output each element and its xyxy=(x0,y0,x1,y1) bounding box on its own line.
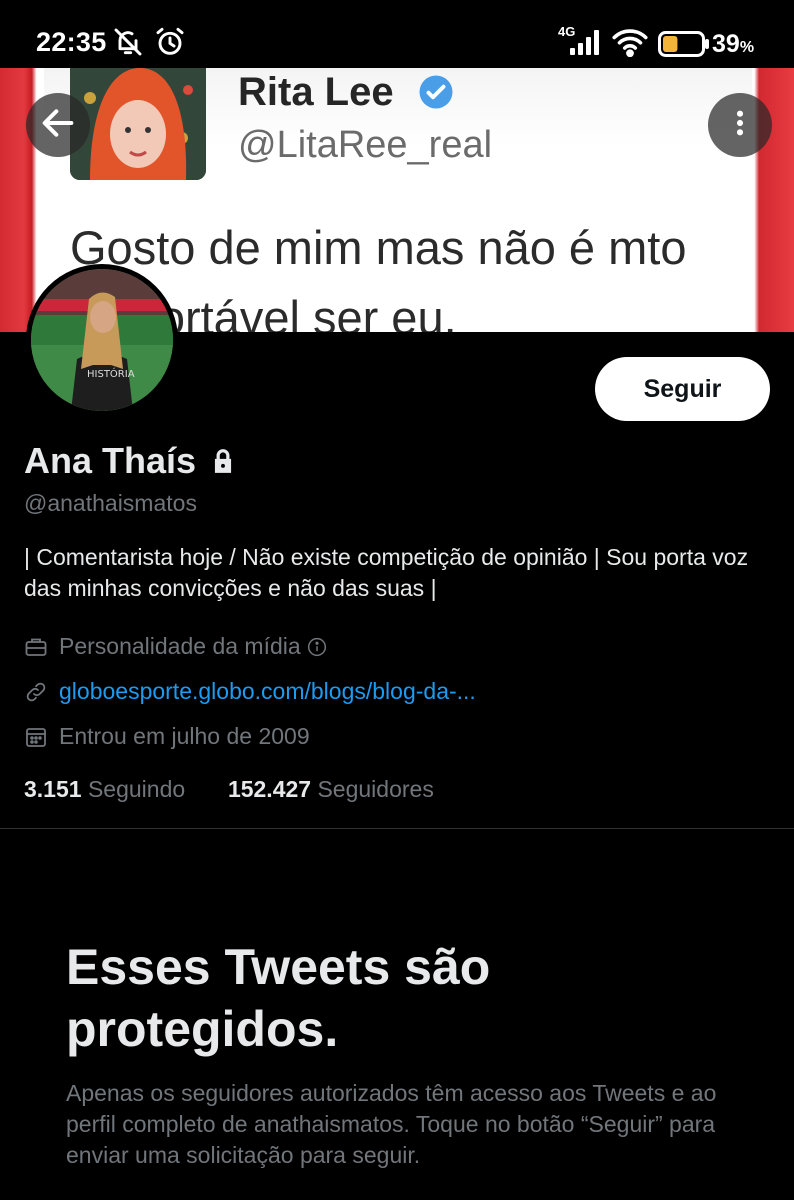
following-count: 3.151 xyxy=(24,776,82,802)
back-button[interactable] xyxy=(26,93,90,157)
status-bar: 22:35 4G 39% xyxy=(0,0,794,68)
followers-count: 152.427 xyxy=(227,776,312,802)
followers-label: Seguidores xyxy=(317,776,434,802)
status-time: 22:35 xyxy=(36,27,107,57)
profile-handle: @anathaismatos xyxy=(24,490,197,516)
following-label: Seguindo xyxy=(87,776,186,802)
signal-icon xyxy=(568,28,604,61)
lock-icon xyxy=(210,447,236,480)
following-stat[interactable]: 3.151 Seguindo xyxy=(24,776,185,802)
banner-quoted-name: Rita Lee xyxy=(238,70,394,114)
more-vertical-icon xyxy=(724,107,756,144)
banner-quote-line1: Gosto de mim mas não é mto xyxy=(70,221,687,274)
verified-badge-icon xyxy=(418,74,454,115)
profile-category: Personalidade da mídia xyxy=(24,633,327,660)
protected-description: Apenas os seguidores autorizados têm ace… xyxy=(66,1080,717,1168)
banner-quoted-handle: @LitaRee_real xyxy=(238,124,493,166)
profile-joined-label: Entrou em julho de 2009 xyxy=(59,723,310,749)
battery-percent: 39% xyxy=(712,30,755,58)
divider xyxy=(0,828,794,829)
profile-stats: 3.151 Seguindo 152.427 Seguidores xyxy=(24,776,434,803)
wifi-icon xyxy=(612,27,648,62)
profile-bio: | Comentarista hoje / Não existe competi… xyxy=(24,544,749,601)
alarm-icon xyxy=(154,26,186,63)
info-icon[interactable] xyxy=(307,637,327,657)
follow-button[interactable]: Seguir xyxy=(595,357,770,421)
profile-avatar[interactable]: HISTÓRIA xyxy=(26,264,178,416)
notifications-muted-icon xyxy=(112,26,144,63)
protected-title: Esses Tweets são protegidos. xyxy=(66,939,491,1057)
profile-website-link[interactable]: globoesporte.globo.com/blogs/blog-da-... xyxy=(59,678,476,705)
briefcase-icon xyxy=(24,635,48,659)
followers-stat[interactable]: 152.427 Seguidores xyxy=(228,776,434,802)
more-options-button[interactable] xyxy=(708,93,772,157)
profile-category-label: Personalidade da mídia xyxy=(59,633,301,659)
calendar-icon xyxy=(24,725,48,749)
svg-text:HISTÓRIA: HISTÓRIA xyxy=(87,367,135,380)
profile-display-name: Ana Thaís xyxy=(24,440,197,481)
battery-icon xyxy=(658,31,710,62)
profile-joined: Entrou em julho de 2009 xyxy=(24,723,310,750)
profile-website: globoesporte.globo.com/blogs/blog-da-... xyxy=(24,678,476,705)
link-icon xyxy=(24,680,48,704)
banner-tweet-avatar xyxy=(70,68,206,180)
arrow-left-icon xyxy=(38,103,78,148)
